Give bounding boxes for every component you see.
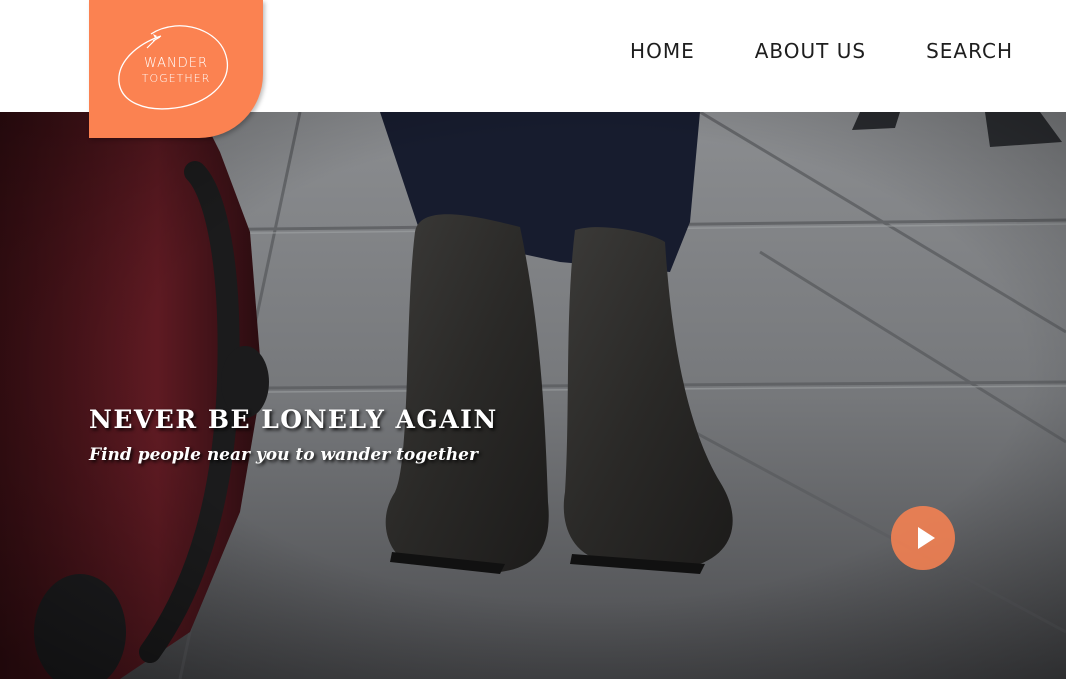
nav-search[interactable]: SEARCH xyxy=(926,38,1013,64)
logo-wordmark-line2: TOGETHER xyxy=(141,72,211,85)
hero-banner xyxy=(0,112,1066,679)
hero-background-image xyxy=(0,112,1066,679)
play-button[interactable] xyxy=(891,506,955,570)
nav-about-us[interactable]: ABOUT US xyxy=(755,38,866,64)
brand-logo[interactable]: WANDER TOGETHER xyxy=(89,0,263,138)
main-nav: HOME ABOUT US SEARCH xyxy=(630,38,1013,64)
nav-home[interactable]: HOME xyxy=(630,38,695,64)
play-icon xyxy=(918,527,935,549)
hero-subtitle: Find people near you to wander together xyxy=(89,445,478,465)
hero-headline: NEVER BE LONELY AGAIN xyxy=(89,405,498,434)
logo-wordmark-line1: WANDER xyxy=(143,56,209,71)
